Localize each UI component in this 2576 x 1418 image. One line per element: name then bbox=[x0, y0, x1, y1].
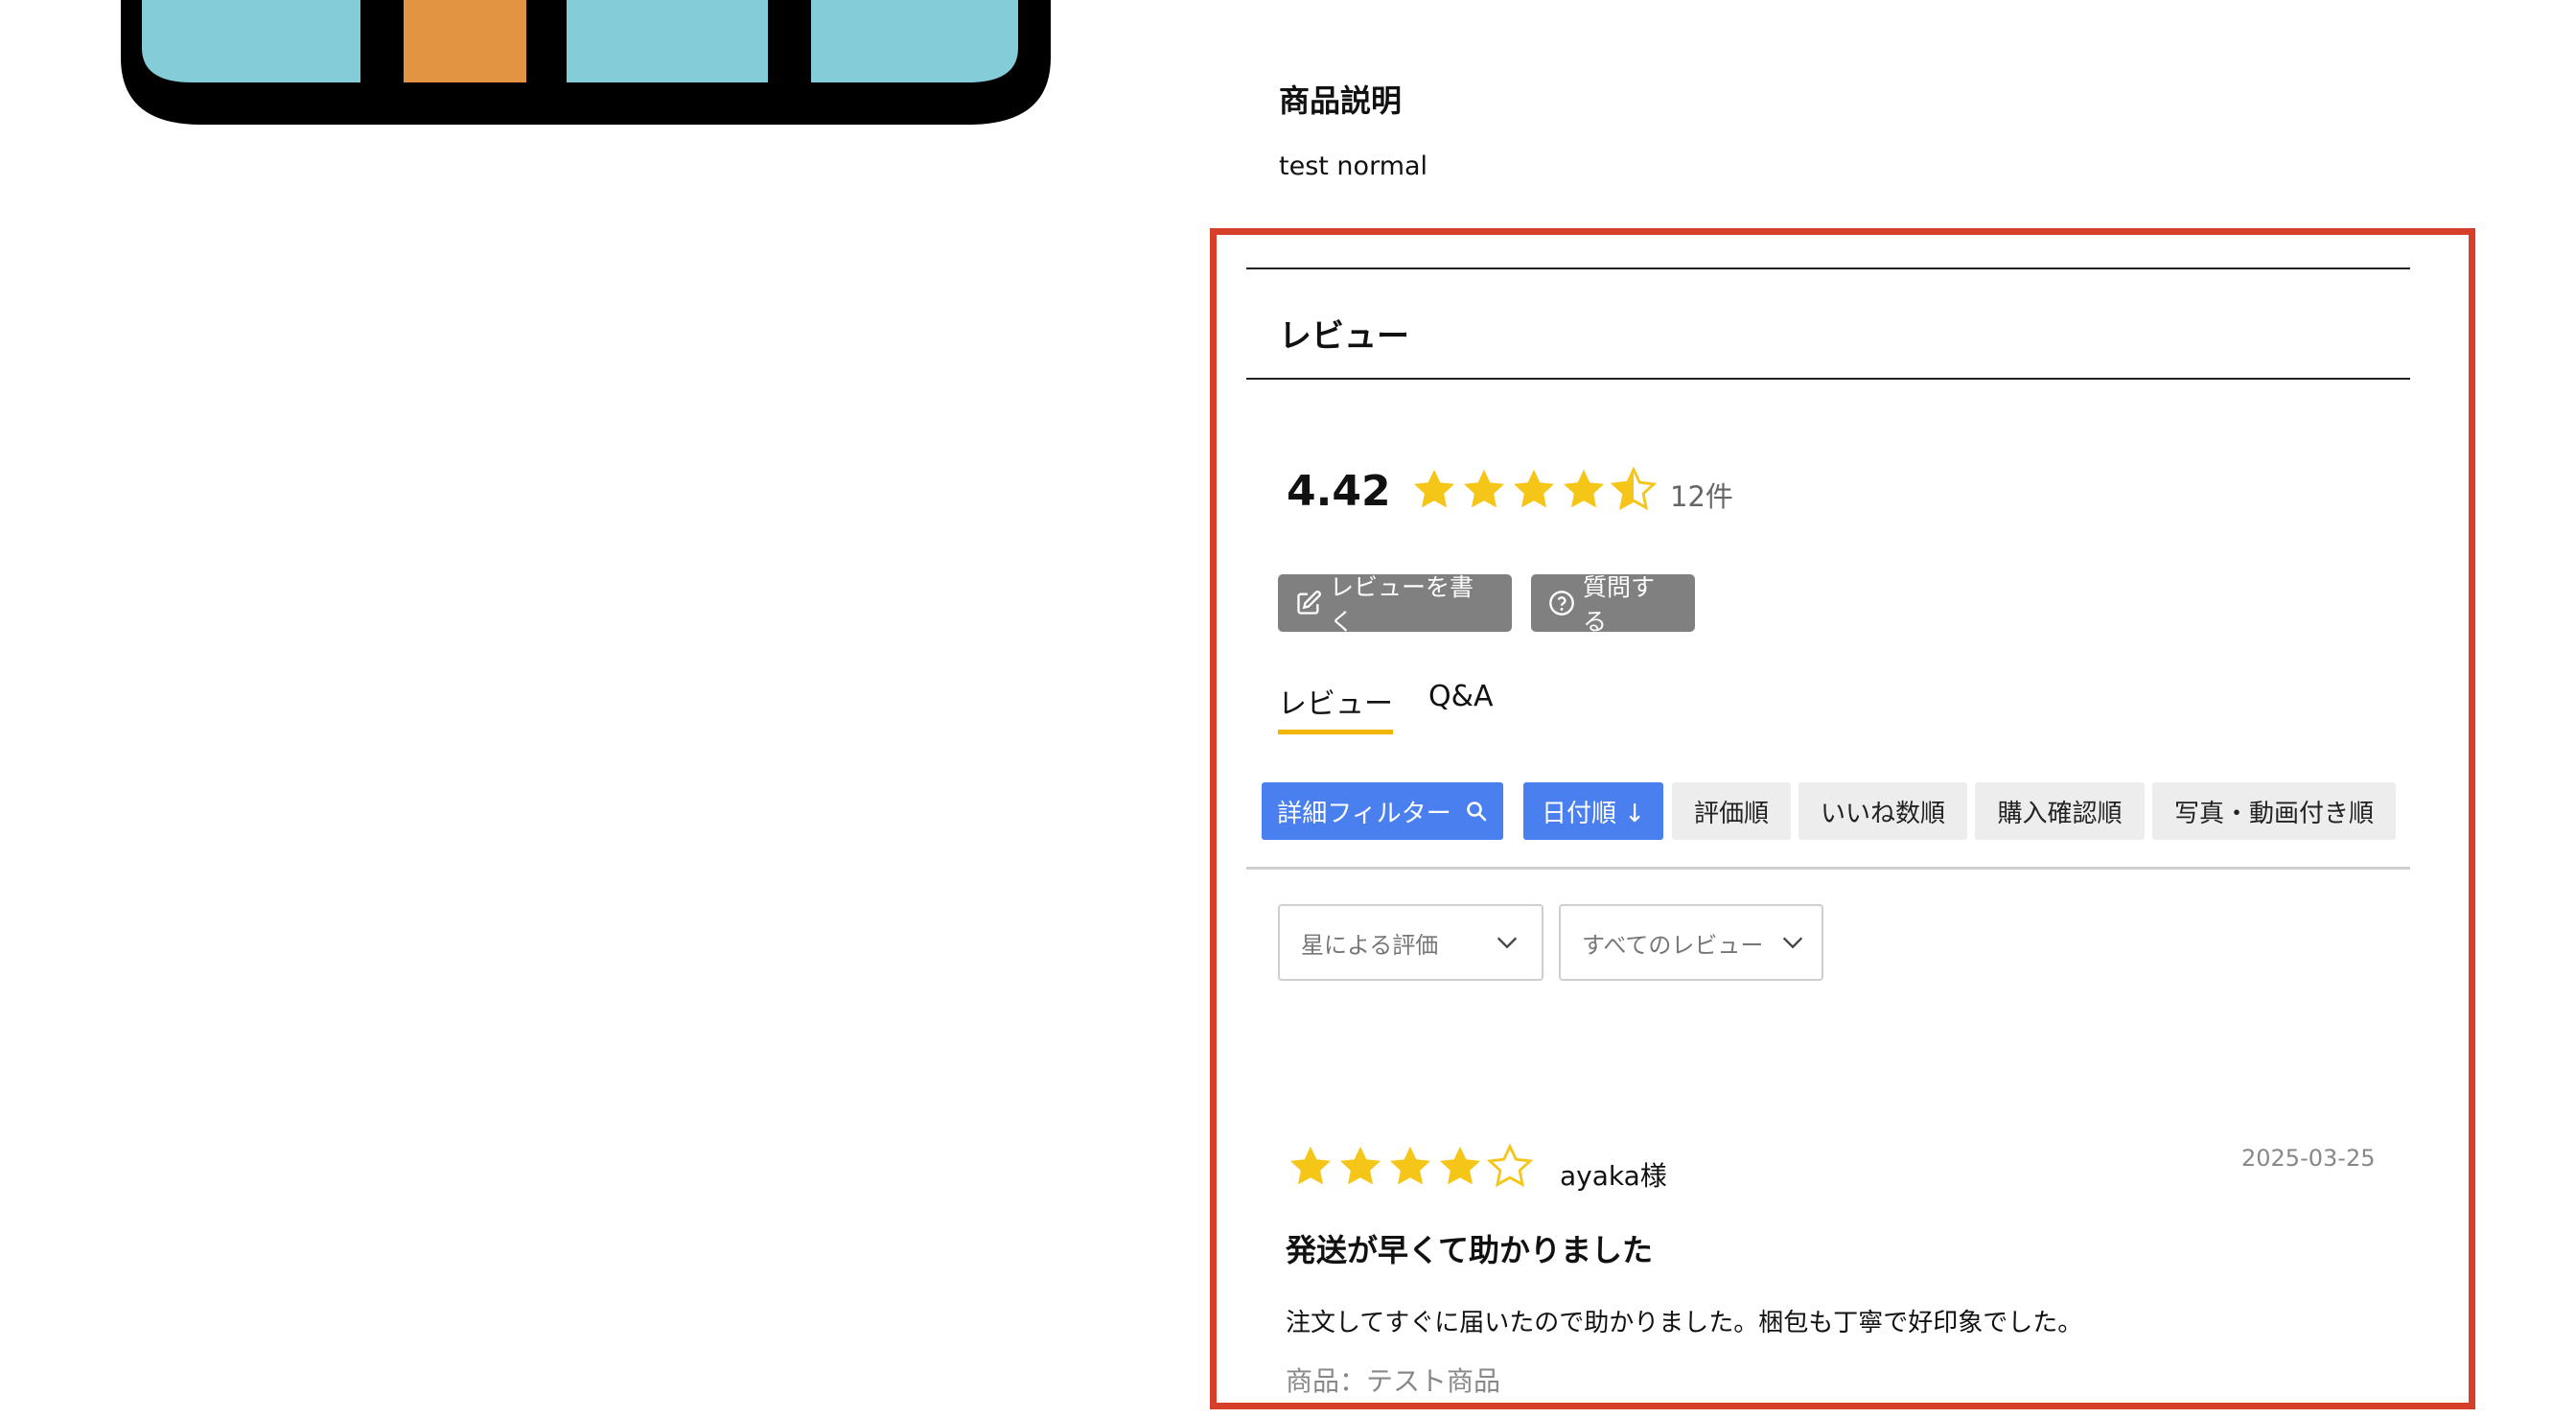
star-full-icon bbox=[1289, 1146, 1332, 1185]
tab-reviews[interactable]: レビュー bbox=[1278, 680, 1393, 722]
reviews-panel: レビュー 4.42 12件 レビューを書く 質問する レビュー Q&A 詳細フィ… bbox=[1246, 267, 2410, 1399]
tab-qa[interactable]: Q&A bbox=[1428, 680, 1494, 713]
search-icon bbox=[1466, 802, 1487, 822]
star-full-icon bbox=[1513, 469, 1555, 508]
reviews-heading-divider bbox=[1246, 378, 2410, 380]
ask-question-button[interactable]: 質問する bbox=[1531, 573, 1695, 636]
review-count: 12件 bbox=[1670, 480, 1733, 513]
reviewer-name: ayaka様 bbox=[1560, 1160, 1667, 1192]
review-body: 注文してすぐに届いたので助かりました。梱包も丁寧で好印象でした。 bbox=[1286, 1309, 2083, 1337]
review-date: 2025-03-25 bbox=[2241, 1145, 2376, 1172]
review-title: 発送が早くて助かりました bbox=[1286, 1232, 1654, 1268]
star-half-icon bbox=[1610, 466, 1658, 511]
review-product: 商品：テスト商品 bbox=[1286, 1365, 1501, 1397]
write-review-button[interactable]: レビューを書く bbox=[1278, 573, 1512, 636]
chevron-down-icon bbox=[1782, 937, 1803, 949]
sort-by-verified-chip[interactable]: 購入確認順 bbox=[1975, 782, 2145, 840]
sort-by-date-chip[interactable]: 日付順 ↓ bbox=[1523, 782, 1663, 840]
star-full-icon bbox=[1413, 469, 1455, 508]
star-empty-icon bbox=[1486, 1143, 1534, 1188]
review-type-select[interactable]: すべてのレビュー bbox=[1559, 904, 1823, 981]
sort-chips-divider bbox=[1246, 867, 2410, 870]
detail-filter-label: 詳細フィルター bbox=[1277, 799, 1451, 828]
star-full-icon bbox=[1563, 469, 1605, 508]
star-full-icon bbox=[1339, 1146, 1381, 1185]
reviews-heading: レビュー bbox=[1279, 317, 1409, 356]
ask-question-label: 質問する bbox=[1583, 573, 1656, 636]
question-circle-icon bbox=[1549, 591, 1574, 616]
star-rating-select[interactable]: 星による評価 bbox=[1278, 904, 1543, 981]
sort-by-photo-chip[interactable]: 写真・動画付き順 bbox=[2152, 782, 2396, 840]
active-tab-indicator bbox=[1278, 730, 1393, 734]
write-review-label: レビューを書く bbox=[1330, 573, 1474, 636]
sort-by-likes-chip[interactable]: いいね数順 bbox=[1799, 782, 1967, 840]
average-rating: 4.42 bbox=[1287, 467, 1391, 516]
average-star-rating bbox=[1409, 465, 1659, 515]
description-heading: 商品説明 bbox=[1279, 82, 1403, 119]
review-type-select-value: すべてのレビュー bbox=[1582, 931, 1764, 959]
star-full-icon bbox=[1463, 469, 1505, 508]
review-star-rating bbox=[1286, 1142, 1535, 1192]
chevron-down-icon bbox=[1497, 937, 1518, 949]
edit-icon bbox=[1297, 591, 1321, 615]
star-full-icon bbox=[1439, 1146, 1481, 1185]
page: 商品説明 test normal レビュー 4.42 12件 レビューを書く 質… bbox=[0, 0, 2576, 1418]
star-full-icon bbox=[1389, 1146, 1431, 1185]
description-text: test normal bbox=[1279, 151, 1428, 181]
product-image bbox=[0, 0, 1150, 153]
star-rating-select-value: 星による評価 bbox=[1301, 931, 1439, 959]
sort-by-rating-chip[interactable]: 評価順 bbox=[1672, 782, 1791, 840]
detail-filter-button[interactable]: 詳細フィルター bbox=[1262, 782, 1503, 840]
reviews-top-divider bbox=[1246, 267, 2410, 269]
